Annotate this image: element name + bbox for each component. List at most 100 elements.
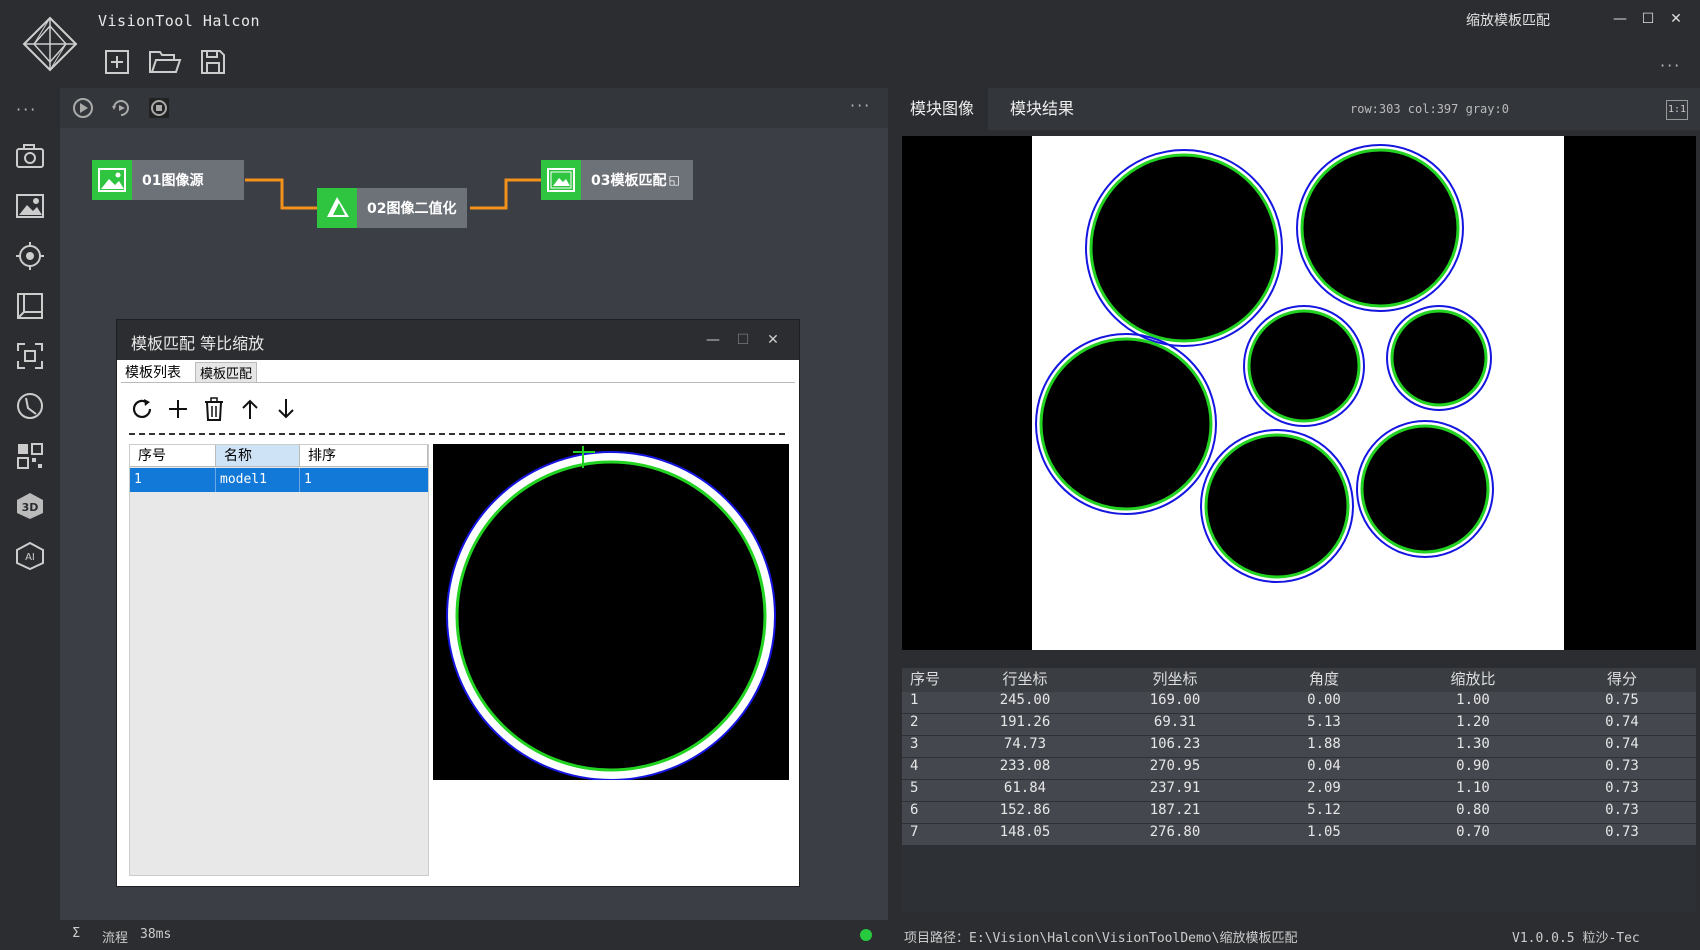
title-bar: VisionTool Halcon 缩放模板匹配 — ☐ ✕ ···	[0, 0, 1700, 88]
cell-score: 0.73	[1605, 802, 1639, 818]
cell-index: 3	[910, 736, 919, 752]
window-caption: 缩放模板匹配	[1466, 13, 1550, 29]
detected-circle	[1356, 420, 1494, 558]
sidebar-item-layers[interactable]	[14, 290, 46, 322]
layers-icon	[17, 293, 43, 319]
tab-module-image[interactable]: 模块图像	[896, 88, 989, 130]
right-panel: 模块图像 模块结果 row:303 col:397 gray:0 1:1 序号 …	[896, 88, 1700, 920]
flow-node-image-source[interactable]: 01图像源	[92, 160, 244, 200]
result-row[interactable]: 2 191.26 69.31 5.13 1.20 0.74	[902, 714, 1696, 736]
tab-module-result[interactable]: 模块结果	[996, 88, 1088, 130]
image-source-icon	[92, 160, 132, 200]
cell-angle: 5.12	[1307, 802, 1341, 818]
cell-col: 187.21	[1149, 802, 1201, 818]
delete-button[interactable]	[201, 396, 227, 422]
cell-row: 148.05	[999, 824, 1051, 840]
result-row[interactable]: 1 245.00 169.00 0.00 1.00 0.75	[902, 692, 1696, 714]
qrcode-icon	[17, 443, 43, 469]
flow-node-binarize[interactable]: 02图像二值化	[317, 188, 467, 228]
cell-row: 74.73	[1003, 736, 1047, 752]
refresh-icon	[132, 399, 152, 418]
cell-score: 0.73	[1605, 780, 1639, 796]
result-row[interactable]: 5 61.84 237.91 2.09 1.10 0.73	[902, 780, 1696, 802]
cell-angle: 5.13	[1307, 714, 1341, 730]
sidebar-item-measure[interactable]	[14, 390, 46, 422]
header-index: 序号	[910, 670, 941, 688]
header-row: 行坐标	[1002, 670, 1048, 688]
list-cell-index: 1	[130, 468, 216, 492]
new-button[interactable]	[103, 48, 131, 76]
refresh-button[interactable]	[129, 396, 155, 422]
3d-icon: 3D	[17, 493, 43, 519]
list-cell-name: model1	[216, 468, 300, 492]
save-icon	[201, 50, 225, 74]
cell-index: 6	[910, 802, 919, 818]
sidebar-item-qrcode[interactable]	[14, 440, 46, 472]
save-button[interactable]	[199, 48, 227, 76]
tab-template-list[interactable]: 模板列表	[121, 362, 185, 381]
sidebar-item-ai[interactable]: AI	[14, 540, 46, 572]
close-button[interactable]: ✕	[1665, 8, 1687, 30]
minimize-button[interactable]: —	[1609, 8, 1631, 30]
cell-angle: 0.04	[1307, 758, 1341, 774]
dialog-close-button[interactable]: ✕	[763, 330, 783, 350]
move-down-button[interactable]	[273, 396, 299, 422]
template-match-icon	[541, 160, 581, 200]
cell-score: 0.73	[1605, 824, 1639, 840]
sidebar-item-camera[interactable]	[14, 140, 46, 172]
scale-1-1-button[interactable]: 1:1	[1666, 100, 1688, 120]
results-header: 序号 行坐标 列坐标 角度 缩放比 得分	[902, 668, 1696, 692]
cell-col: 69.31	[1153, 714, 1197, 730]
project-status-bar: 项目路径：E:\Vision\Halcon\VisionToolDemo\缩放模…	[896, 920, 1700, 950]
module-image-view[interactable]	[902, 136, 1696, 650]
circle-disc	[1207, 436, 1347, 576]
sidebar-more-button[interactable]: ···	[16, 100, 37, 119]
template-match-dialog: 模板匹配 等比缩放 — ☐ ✕ 模板列表 模板匹配 序号 名称 排序 1 mod…	[117, 320, 799, 886]
dialog-minimize-button[interactable]: —	[703, 330, 723, 350]
sidebar-item-3d[interactable]: 3D	[14, 490, 46, 522]
sigma-icon: Σ	[72, 926, 81, 941]
flow-status-bar: Σ 流程 38ms	[60, 920, 888, 950]
cell-col: 276.80	[1149, 824, 1201, 840]
add-button[interactable]	[165, 396, 191, 422]
maximize-button[interactable]: ☐	[1637, 8, 1659, 30]
sidebar-item-target[interactable]	[14, 240, 46, 272]
result-row[interactable]: 7 148.05 276.80 1.05 0.70 0.73	[902, 824, 1696, 846]
cell-col: 169.00	[1149, 692, 1201, 708]
cell-col: 237.91	[1149, 780, 1201, 796]
detected-circle	[1296, 144, 1464, 312]
cell-row: 191.26	[999, 714, 1051, 730]
open-button[interactable]	[148, 48, 182, 76]
tab-template-match[interactable]: 模板匹配	[195, 362, 258, 382]
cell-scale: 1.20	[1456, 714, 1490, 730]
dialog-maximize-button[interactable]: ☐	[733, 330, 753, 350]
connector-1-2	[245, 178, 318, 210]
cell-row: 233.08	[999, 758, 1051, 774]
flow-node-template-match[interactable]: 03模板匹配 ◱	[541, 160, 693, 200]
sidebar-item-capture[interactable]	[14, 340, 46, 372]
cell-col: 106.23	[1149, 736, 1201, 752]
cell-scale: 0.80	[1456, 802, 1490, 818]
list-row-selected[interactable]: 1 model1 1	[130, 468, 428, 492]
model-dark-disc	[457, 462, 765, 770]
flow-label: 流程	[102, 931, 129, 946]
result-row[interactable]: 3 74.73 106.23 1.88 1.30 0.74	[902, 736, 1696, 758]
cell-index: 4	[910, 758, 919, 774]
result-row[interactable]: 4 233.08 270.95 0.04 0.90 0.73	[902, 758, 1696, 780]
project-path: 项目路径：E:\Vision\Halcon\VisionToolDemo\缩放模…	[904, 931, 1298, 946]
header-score: 得分	[1606, 670, 1637, 688]
cell-scale: 1.10	[1456, 780, 1490, 796]
toolbar-more-button[interactable]: ···	[1660, 56, 1681, 75]
sidebar-item-image[interactable]	[14, 190, 46, 222]
move-up-button[interactable]	[237, 396, 263, 422]
detected-circle	[1035, 333, 1217, 515]
status-indicator	[860, 929, 872, 941]
measure-icon	[17, 393, 43, 419]
cell-score: 0.74	[1605, 714, 1639, 730]
cell-score: 0.73	[1605, 758, 1639, 774]
match-results-table: 序号 行坐标 列坐标 角度 缩放比 得分 1 245.00 169.00 0.00 1.…	[902, 668, 1696, 912]
cell-row: 245.00	[999, 692, 1051, 708]
target-icon	[16, 242, 44, 270]
result-row[interactable]: 6 152.86 187.21 5.12 0.80 0.73	[902, 802, 1696, 824]
pixel-coordinates-readout: row:303 col:397 gray:0	[1350, 102, 1509, 116]
